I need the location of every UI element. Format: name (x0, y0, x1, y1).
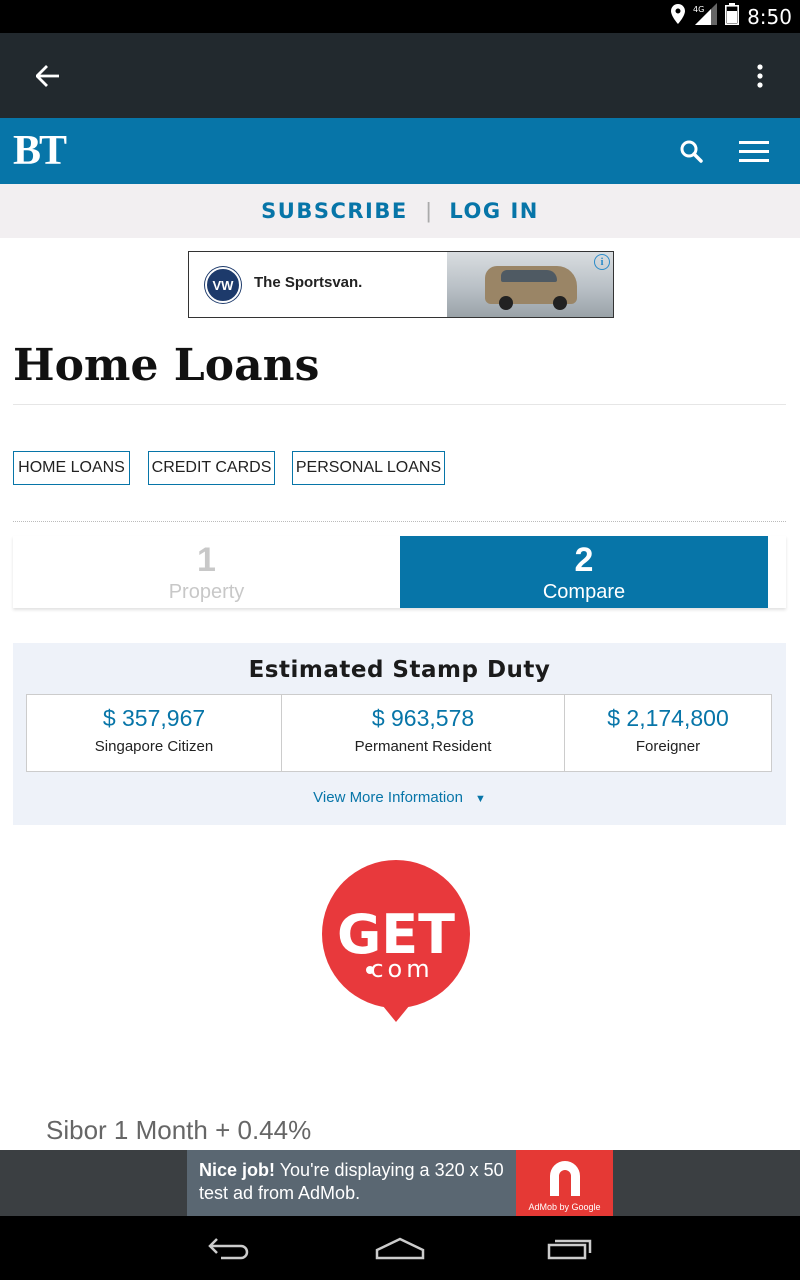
step-number: 2 (574, 541, 594, 579)
admob-logo: AdMob by Google (516, 1150, 613, 1216)
status-bar: 4G 8:50 (0, 0, 800, 33)
admob-test-ad[interactable]: Nice job! You're displaying a 320 x 50 t… (187, 1150, 613, 1216)
arrow-left-icon (36, 65, 59, 87)
separator: | (425, 198, 432, 223)
subscribe-link[interactable]: SUBSCRIBE (261, 199, 408, 223)
menu-line-icon (739, 149, 769, 153)
admob-bar: Nice job! You're displaying a 320 x 50 t… (0, 1150, 800, 1216)
stamp-label: Foreigner (635, 738, 701, 755)
wheel (553, 296, 567, 310)
stamp-duty-citizen: $ 357,967 Singapore Citizen (27, 695, 282, 771)
stamp-duty-title: Estimated Stamp Duty (248, 657, 551, 683)
step-number: 1 (197, 541, 216, 579)
step-label: Property (168, 581, 245, 603)
account-strip: SUBSCRIBE | LOG IN (0, 184, 800, 238)
bt-logo[interactable]: BT (13, 127, 67, 175)
stamp-duty-foreigner: $ 2,174,800 Foreigner (565, 695, 771, 771)
divider (13, 521, 786, 522)
more-vertical-icon (757, 64, 763, 88)
ad-text: The Sportsvan. (254, 274, 363, 291)
vw-logo: VW (205, 267, 241, 303)
view-more-label: View More Information (313, 789, 463, 806)
tab-personal-loans[interactable]: PERSONAL LOANS (292, 451, 445, 485)
tab-home-loans[interactable]: HOME LOANS (13, 451, 130, 485)
step-compare[interactable]: 2 Compare (400, 536, 768, 608)
divider (13, 404, 786, 405)
search-button[interactable] (672, 132, 710, 170)
step-tabs: 1 Property 2 Compare (13, 536, 786, 608)
wheel (499, 296, 513, 310)
signal-icon: 4G (693, 3, 718, 30)
tab-credit-cards[interactable]: CREDIT CARDS (148, 451, 275, 485)
stamp-label: Singapore Citizen (94, 738, 214, 755)
system-nav-bar (0, 1216, 800, 1280)
menu-line-icon (739, 158, 769, 162)
stamp-amount: $ 357,967 (102, 705, 206, 731)
nav-recents-button[interactable] (530, 1228, 610, 1268)
step-label: Compare (542, 581, 626, 603)
admob-logo-label: AdMob by Google (528, 1202, 601, 1212)
home-icon (375, 1237, 425, 1260)
stamp-amount: $ 2,174,800 (607, 705, 729, 731)
page-title: Home Loans (13, 340, 320, 391)
top-ad-banner[interactable]: VW The Sportsvan. i (188, 251, 614, 318)
nav-home-button[interactable] (360, 1228, 440, 1268)
battery-icon (725, 3, 740, 30)
admob-bold: Nice job! (199, 1160, 276, 1180)
status-time: 8:50 (747, 4, 792, 29)
recents-icon (547, 1239, 592, 1260)
stamp-duty-table: $ 357,967 Singapore Citizen $ 963,578 Pe… (26, 694, 772, 772)
caret-down-icon: ▼ (474, 793, 486, 805)
nav-back-button[interactable] (190, 1228, 270, 1268)
app-bar (0, 33, 800, 118)
stamp-duty-pr: $ 963,578 Permanent Resident (282, 695, 565, 771)
back-icon (208, 1238, 249, 1260)
admob-icon (550, 1161, 580, 1196)
ad-car-image (447, 252, 613, 317)
get-com-logo[interactable]: GET com (322, 860, 470, 1024)
step-property[interactable]: 1 Property (13, 536, 400, 608)
stamp-duty-panel: Estimated Stamp Duty $ 357,967 Singapore… (13, 643, 786, 825)
rate-label: Sibor 1 Month + 0.44% (46, 1115, 312, 1145)
admob-text: Nice job! You're displaying a 320 x 50 t… (199, 1159, 514, 1205)
stamp-label: Permanent Resident (354, 738, 492, 755)
menu-line-icon (739, 140, 769, 144)
site-header: BT (0, 118, 800, 184)
back-button[interactable] (24, 53, 72, 99)
network-label: 4G (693, 5, 704, 14)
location-icon (671, 4, 686, 29)
search-icon (680, 140, 703, 163)
hamburger-menu-button[interactable] (734, 132, 774, 170)
view-more-link[interactable]: View More Information ▼ (13, 789, 786, 806)
overflow-menu-button[interactable] (740, 53, 780, 99)
ad-info-icon[interactable]: i (594, 254, 610, 270)
stamp-amount: $ 963,578 (371, 705, 475, 731)
get-logo-sub: com (370, 955, 433, 983)
login-link[interactable]: LOG IN (449, 199, 538, 223)
